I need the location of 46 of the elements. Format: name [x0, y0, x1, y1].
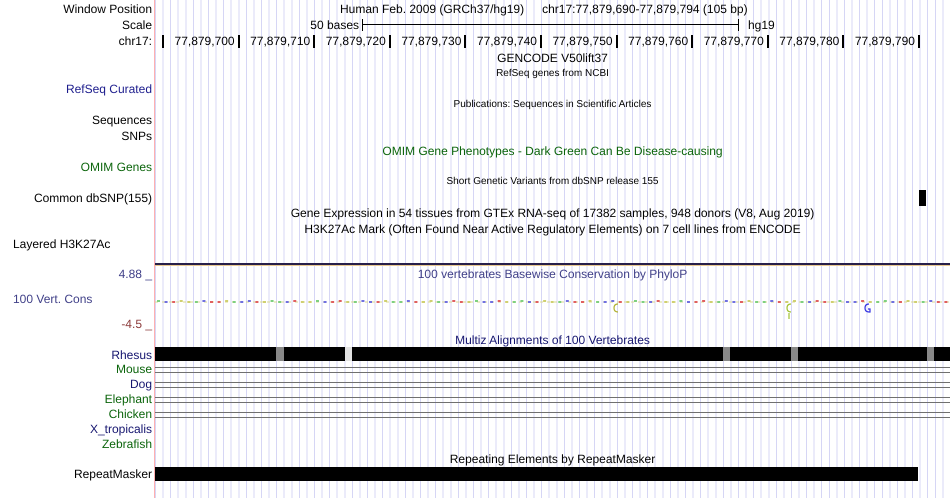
track-label[interactable]: RefSeq Curated — [66, 83, 152, 95]
track-label[interactable]: RepeatMasker — [74, 468, 152, 480]
track-title: H3K27Ac Mark (Often Found Near Active Regulatory Elements) on 7 cell lines from ENCODE — [304, 222, 801, 234]
tick-label: 77,879,750 — [542, 34, 618, 48]
scale-db: hg19 — [747, 18, 775, 30]
tick-label: 77,879,760 — [618, 34, 694, 48]
track-label[interactable]: 100 Vert. Cons — [13, 292, 92, 305]
tick-label: 77,879,710 — [240, 34, 316, 48]
track-label[interactable]: Sequences — [92, 114, 152, 126]
tick-mark — [162, 34, 164, 48]
species-label[interactable]: Rhesus — [111, 348, 152, 361]
track-label[interactable]: OMIM Genes — [80, 160, 152, 172]
variant-mark[interactable] — [919, 190, 926, 206]
tick-label: 77,879,770 — [693, 34, 769, 48]
track-label[interactable]: Layered H3K27Ac — [13, 238, 110, 250]
track-title: Multiz Alignments of 100 Vertebrates — [455, 334, 650, 346]
row-label[interactable]: chr17: — [118, 35, 152, 48]
species-label[interactable]: Chicken — [108, 408, 152, 420]
track-title: Repeating Elements by RepeatMasker — [450, 452, 656, 465]
axis-min-label: -4.5 _ — [121, 318, 152, 330]
scale-text: 50 bases — [309, 18, 360, 30]
species-label[interactable]: Elephant — [104, 393, 152, 406]
track-description: Publications: Sequences in Scientific Articles — [454, 100, 652, 110]
species-label[interactable]: Mouse — [116, 363, 152, 376]
track-description: RefSeq genes from NCBI — [496, 68, 609, 78]
species-label[interactable]: X_tropicalis — [90, 423, 152, 436]
row-label[interactable]: Window Position — [63, 3, 152, 15]
tick-label: 77,879,700 — [164, 34, 240, 48]
track-title: GENCODE V50lift37 — [497, 52, 608, 64]
tick-label: 77,879,740 — [466, 34, 542, 48]
track-description: Short Genetic Variants from dbSNP release 155 — [446, 177, 658, 187]
species-label[interactable]: Dog — [130, 378, 152, 390]
tick-label: 77,879,730 — [390, 34, 466, 48]
position-text: chr17:77,879,690-77,879,794 (105 bp) — [542, 3, 748, 15]
tick-label: 77,879,720 — [315, 34, 391, 48]
track-title: Gene Expression in 54 tissues from GTEx RNA-seq of 17382 samples, 948 donors (V8, Aug 2019) — [290, 207, 814, 219]
tick-label: 77,879,790 — [844, 34, 920, 48]
track-title: OMIM Gene Phenotypes - Dark Green Can Be Disease-causing — [382, 145, 723, 157]
axis-max-label: 4.88 _ — [118, 268, 152, 280]
track-label[interactable]: Common dbSNP(155) — [34, 192, 152, 204]
tick-label: 77,879,780 — [768, 34, 844, 48]
track-title: 100 vertebrates Basewise Conservation by PhyloP — [418, 268, 688, 280]
track-label[interactable]: SNPs — [121, 130, 152, 142]
assembly-title: Human Feb. 2009 (GRCh37/hg19) — [340, 3, 524, 15]
row-label[interactable]: Scale — [122, 18, 152, 30]
species-label[interactable]: Zebrafish — [102, 438, 152, 450]
